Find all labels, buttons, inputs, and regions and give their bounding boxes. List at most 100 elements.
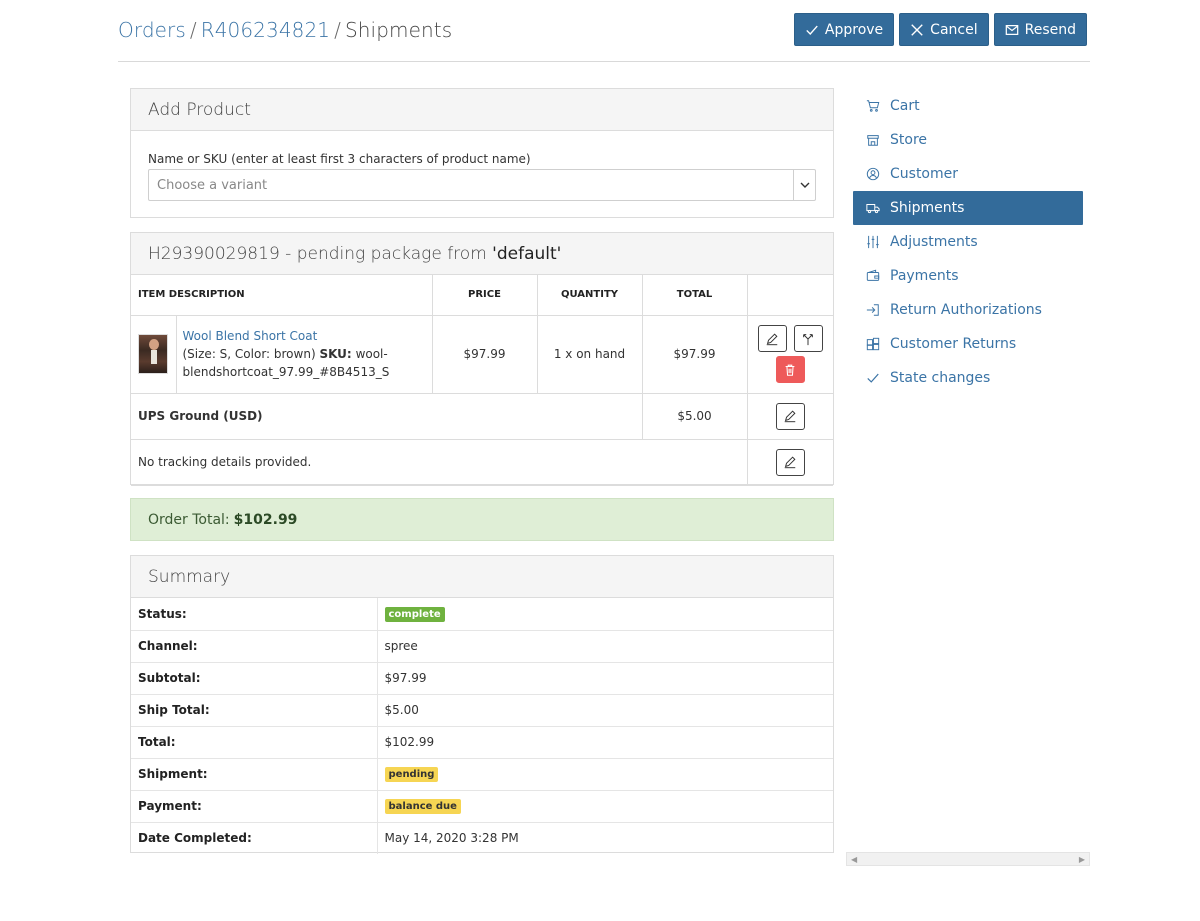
summary-label: Payment:	[131, 790, 378, 823]
order-total-value: $102.99	[233, 511, 298, 528]
sidebar-item-label: Customer	[890, 166, 959, 182]
sidebar-item-payments[interactable]: Payments	[853, 259, 1083, 293]
trash-icon	[785, 364, 795, 376]
split-item-button[interactable]	[793, 325, 823, 352]
variant-select[interactable]: Choose a variant	[148, 169, 816, 201]
breadcrumb: Orders / R406234821/Shipments	[118, 18, 452, 42]
sku-label: SKU:	[319, 347, 352, 361]
sidebar-item-cart[interactable]: Cart	[853, 89, 1083, 123]
table-row: Total: $102.99	[131, 726, 833, 759]
check-icon	[867, 373, 879, 383]
summary-value: complete	[377, 598, 833, 631]
column-header: Total	[642, 275, 748, 316]
variant-select-placeholder: Choose a variant	[157, 177, 268, 193]
tracking-row: No tracking details provided.	[131, 439, 833, 486]
sidebar-item-return-authorizations[interactable]: Return Authorizations	[853, 293, 1083, 327]
table-row: Ship Total: $5.00	[131, 694, 833, 727]
sidebar-item-state-changes[interactable]: State changes	[853, 361, 1083, 395]
close-icon	[911, 23, 923, 36]
summary-label: Ship Total:	[131, 694, 378, 727]
summary-label: Channel:	[131, 630, 378, 663]
delete-item-button[interactable]	[775, 356, 805, 383]
resend-button-label: Resend	[1024, 21, 1076, 38]
order-total-alert: Order Total: $102.99	[130, 498, 834, 541]
order-sidebar-nav: Cart Store Customer Shipments Adjustment…	[853, 89, 1083, 395]
table-row: Shipment: pending	[131, 758, 833, 791]
sidebar-item-label: Return Authorizations	[890, 302, 1042, 318]
approve-button[interactable]: Approve	[793, 13, 895, 46]
sidebar-item-label: Adjustments	[890, 234, 978, 250]
scroll-left-icon[interactable]: ◀	[851, 855, 857, 864]
edit-tracking-button[interactable]	[775, 448, 805, 476]
breadcrumb-separator: /	[189, 18, 197, 42]
item-price: $97.99	[432, 315, 538, 394]
table-row: Wool Blend Short Coat (Size: S, Color: b…	[131, 315, 833, 394]
scroll-right-icon[interactable]: ▶	[1079, 855, 1085, 864]
cancel-button-label: Cancel	[930, 21, 978, 38]
horizontal-scrollbar[interactable]: ◀ ▶	[846, 852, 1090, 866]
approve-button-label: Approve	[824, 21, 884, 38]
return-icon	[866, 304, 879, 316]
summary-heading: Summary	[131, 556, 833, 598]
shipping-cost: $5.00	[642, 393, 748, 440]
shipment-state-badge: pending	[384, 767, 439, 782]
check-icon	[806, 25, 818, 35]
shipment-heading: H29390029819 - pending package from 'def…	[131, 233, 833, 275]
chevron-down-icon[interactable]	[793, 170, 815, 200]
summary-label: Status:	[131, 598, 378, 631]
shipment-panel: H29390029819 - pending package from 'def…	[130, 232, 834, 486]
table-row: Subtotal: $97.99	[131, 662, 833, 695]
summary-value: pending	[377, 758, 833, 791]
returns-box-icon	[866, 337, 880, 351]
edit-shipping-method-button[interactable]	[775, 402, 805, 430]
sidebar-item-adjustments[interactable]: Adjustments	[853, 225, 1083, 259]
status-badge: complete	[384, 606, 445, 622]
item-actions	[747, 315, 833, 394]
order-total-label: Order Total:	[148, 511, 230, 528]
breadcrumb-separator: /	[334, 18, 341, 42]
cart-icon	[866, 100, 880, 112]
shipping-actions	[747, 393, 833, 440]
summary-label: Date Completed:	[131, 822, 378, 854]
item-description: Wool Blend Short Coat (Size: S, Color: b…	[176, 315, 433, 394]
sidebar-item-customer-returns[interactable]: Customer Returns	[853, 327, 1083, 361]
tracking-actions	[747, 439, 833, 486]
product-link[interactable]: Wool Blend Short Coat	[183, 329, 318, 343]
sidebar-item-label: Payments	[890, 268, 959, 284]
page-header: Orders / R406234821/Shipments Approve Canc…	[118, 0, 1090, 62]
summary-value: $5.00	[377, 694, 833, 727]
sidebar-item-label: Store	[890, 132, 928, 148]
split-icon	[803, 333, 814, 345]
pencil-icon	[785, 410, 796, 423]
breadcrumb-orders-link[interactable]: Orders	[118, 18, 186, 42]
summary-value: $97.99	[377, 662, 833, 695]
item-options: (Size: S, Color: brown)	[182, 347, 316, 361]
cancel-button[interactable]: Cancel	[899, 13, 989, 46]
shipping-method-row: UPS Ground (USD) $5.00	[131, 393, 833, 440]
product-search-label: Name or SKU (enter at least first 3 char…	[148, 152, 531, 166]
resend-button[interactable]: Resend	[993, 13, 1087, 46]
sidebar-item-label: Customer Returns	[890, 336, 1017, 352]
sidebar-item-store[interactable]: Store	[853, 123, 1083, 157]
wallet-icon	[866, 269, 880, 281]
sliders-icon	[867, 235, 879, 249]
pencil-icon	[767, 333, 778, 345]
table-row: Payment: balance due	[131, 790, 833, 823]
summary-value: $102.99	[377, 726, 833, 759]
sidebar-item-shipments[interactable]: Shipments	[853, 191, 1083, 225]
item-total: $97.99	[642, 315, 748, 394]
sidebar-item-label: Shipments	[890, 200, 965, 216]
sidebar-item-customer[interactable]: Customer	[853, 157, 1083, 191]
table-row: Date Completed: May 14, 2020 3:28 PM	[131, 822, 833, 854]
summary-panel: Summary Status: complete Channel: spree …	[130, 555, 834, 854]
item-quantity: 1 x on hand	[537, 315, 643, 394]
column-header: Quantity	[537, 275, 643, 316]
edit-item-button[interactable]	[757, 325, 787, 352]
user-circle-icon	[866, 167, 880, 181]
shipment-number: H29390029819 - pending package from	[148, 243, 487, 264]
column-header-actions	[747, 275, 833, 316]
summary-value: May 14, 2020 3:28 PM	[384, 831, 519, 846]
breadcrumb-order-link[interactable]: R406234821	[201, 18, 330, 42]
truck-icon	[866, 204, 880, 214]
table-row: Channel: spree	[131, 630, 833, 663]
